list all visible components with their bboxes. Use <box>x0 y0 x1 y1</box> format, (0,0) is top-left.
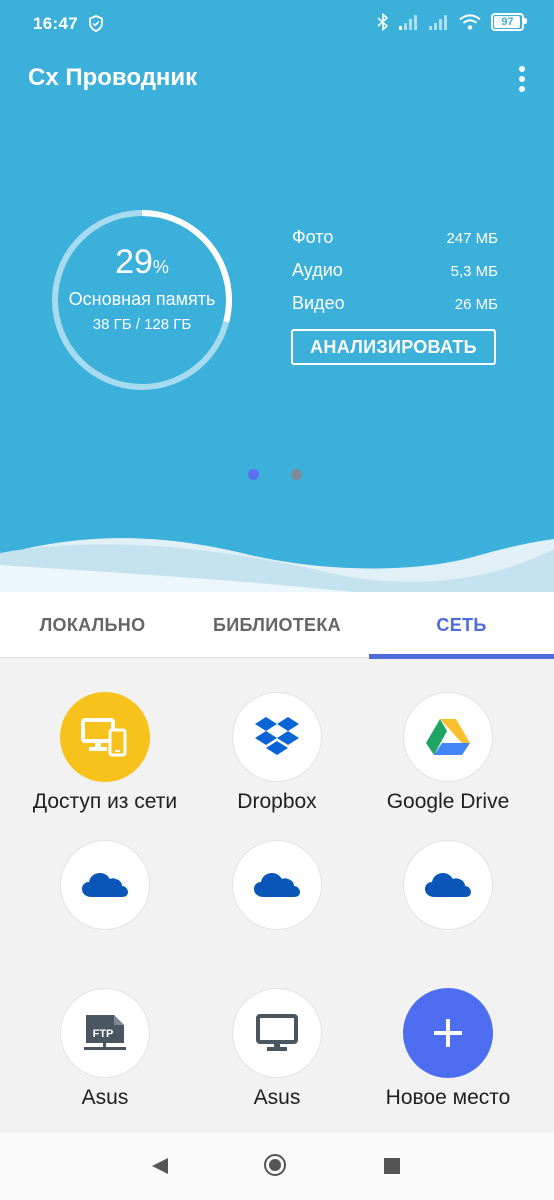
wave-decoration <box>0 538 554 600</box>
page-indicator <box>248 469 302 480</box>
analyze-button[interactable]: АНАЛИЗИРОВАТЬ <box>291 329 496 365</box>
signal-icon <box>429 15 447 30</box>
stat-value: 247 МБ <box>446 230 498 247</box>
item-label: Новое место <box>385 1086 511 1109</box>
more-menu-icon[interactable] <box>514 66 530 94</box>
svg-text:FTP: FTP <box>93 1028 114 1040</box>
page-dot-active[interactable] <box>248 469 259 480</box>
shield-icon <box>89 15 103 32</box>
network-item-onedrive[interactable] <box>356 840 540 938</box>
onedrive-icon <box>403 840 493 930</box>
network-item-onedrive[interactable] <box>185 840 369 938</box>
item-label: Asus <box>253 1086 301 1109</box>
status-bar: 16:47 97 <box>0 0 554 48</box>
stat-label: Видео <box>292 293 345 313</box>
app-title: Сх Проводник <box>28 64 198 91</box>
stat-row-photo: Фото 247 МБ <box>292 227 498 251</box>
tab-local[interactable]: ЛОКАЛЬНО <box>0 592 185 658</box>
network-item-remote-access[interactable]: Доступ из сети <box>13 692 197 814</box>
onedrive-icon <box>232 840 322 930</box>
storage-name: Основная память <box>68 289 216 309</box>
stat-value: 5,3 МБ <box>450 263 498 280</box>
bluetooth-icon <box>377 13 389 31</box>
item-label: Доступ из сети <box>32 790 178 813</box>
item-label: Dropbox <box>237 790 317 813</box>
google-drive-icon <box>403 692 493 782</box>
back-icon[interactable] <box>152 1158 168 1174</box>
monitor-icon <box>232 988 322 1078</box>
item-label: Google Drive <box>386 790 510 813</box>
storage-capacity: 38 ГБ / 128 ГБ <box>92 316 192 333</box>
storage-percent-sign: % <box>152 257 169 277</box>
network-item-dropbox[interactable]: Dropbox <box>185 692 369 814</box>
stat-label: Аудио <box>292 260 343 280</box>
recent-apps-icon[interactable] <box>384 1158 400 1174</box>
signal-icon <box>399 15 417 30</box>
remote-access-icon <box>60 692 150 782</box>
wifi-icon <box>459 14 481 30</box>
stat-label: Фото <box>292 227 334 247</box>
network-item-onedrive[interactable] <box>13 840 197 938</box>
battery-icon: 97 <box>491 13 527 31</box>
item-label: Asus <box>81 1086 129 1109</box>
tab-network[interactable]: СЕТЬ <box>369 592 554 658</box>
storage-percent-value: 29 <box>115 243 153 281</box>
home-icon[interactable] <box>264 1154 286 1176</box>
ftp-icon: FTP <box>60 988 150 1078</box>
storage-percent: 29% <box>50 243 234 282</box>
new-location-button[interactable]: Новое место <box>356 988 540 1110</box>
plus-icon <box>403 988 493 1078</box>
battery-level: 97 <box>501 16 514 28</box>
tab-library[interactable]: БИБЛИОТЕКА <box>185 592 369 658</box>
status-time: 16:47 <box>33 14 78 33</box>
page-dot[interactable] <box>291 469 302 480</box>
tab-bar: ЛОКАЛЬНО БИБЛИОТЕКА СЕТЬ <box>0 592 554 658</box>
network-item-computer[interactable]: Asus <box>185 988 369 1110</box>
stat-row-video: Видео 26 МБ <box>292 293 498 317</box>
network-item-ftp[interactable]: FTP Asus <box>13 988 197 1110</box>
network-item-google-drive[interactable]: Google Drive <box>356 692 540 814</box>
stat-value: 26 МБ <box>454 296 498 313</box>
dropbox-icon <box>232 692 322 782</box>
stat-row-audio: Аудио 5,3 МБ <box>292 260 498 284</box>
active-tab-indicator <box>369 654 554 659</box>
storage-header: 16:47 97 Сх Проводник 29% Основная памят… <box>0 0 554 600</box>
onedrive-icon <box>60 840 150 930</box>
